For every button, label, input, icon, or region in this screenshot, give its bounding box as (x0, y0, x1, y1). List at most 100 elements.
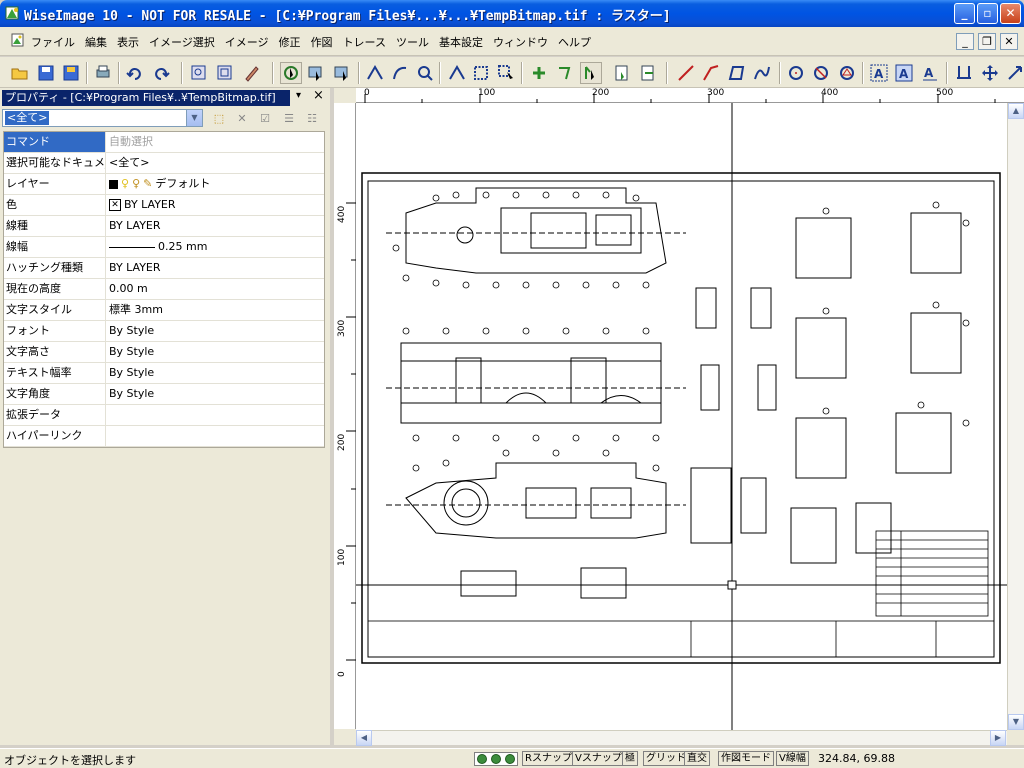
property-row-linetype[interactable]: 線種 BY LAYER (4, 216, 324, 237)
document-button[interactable] (611, 62, 633, 84)
quick-select-button[interactable]: ⬚ (210, 110, 228, 126)
menu-image[interactable]: イメージ (225, 34, 269, 50)
redo-button[interactable] (150, 62, 172, 84)
pan-button[interactable] (241, 62, 263, 84)
trace-arc-button[interactable] (389, 62, 411, 84)
raster-drawing-canvas[interactable] (356, 103, 1007, 730)
document-alt-button[interactable] (637, 62, 659, 84)
undo-button[interactable] (124, 62, 146, 84)
select-raster-button[interactable] (305, 62, 327, 84)
text-button[interactable]: A (868, 62, 890, 84)
zoom-window-button[interactable] (188, 62, 210, 84)
menu-window[interactable]: ウィンドウ (493, 34, 548, 50)
svg-text:A: A (924, 66, 934, 80)
list-alt-button[interactable]: ☷ (303, 110, 321, 126)
open-button[interactable] (9, 62, 31, 84)
grid-toggle[interactable]: グリッド (643, 751, 689, 766)
draw-circle-3p-button[interactable] (836, 62, 858, 84)
draw-polyline-icon (703, 65, 719, 81)
print-button[interactable] (92, 62, 114, 84)
menu-file[interactable]: ファイル (31, 34, 75, 50)
property-row-text-style[interactable]: 文字スタイル 標準 3mm (4, 300, 324, 321)
trace-line-button[interactable] (364, 62, 386, 84)
raster-snap-toggle[interactable]: Rスナップ (522, 751, 575, 766)
menu-modify[interactable]: 修正 (279, 34, 301, 50)
menu-draw[interactable]: 作図 (311, 34, 333, 50)
property-row-hyperlink[interactable]: ハイパーリンク (4, 426, 324, 447)
draw-circle-2p-button[interactable] (810, 62, 832, 84)
draw-spline-button[interactable] (751, 62, 773, 84)
draw-rect-button[interactable] (726, 62, 748, 84)
close-button[interactable]: ✕ (1000, 3, 1021, 24)
property-row-command[interactable]: コマンド 自動選択 (4, 132, 324, 153)
region-button[interactable] (470, 62, 492, 84)
select-vector-button[interactable] (331, 62, 353, 84)
edit-node-button[interactable] (580, 62, 602, 84)
remove-button[interactable]: ✕ (233, 110, 251, 126)
menu-edit[interactable]: 編集 (85, 34, 107, 50)
ortho-toggle[interactable]: 直交 (684, 751, 710, 766)
draw-circle-button[interactable] (785, 62, 807, 84)
dimension-button[interactable] (953, 62, 975, 84)
select-raster-icon (308, 66, 322, 81)
vector-lineweight-toggle[interactable]: V線幅 (776, 751, 809, 766)
property-row-font[interactable]: フォント By Style (4, 321, 324, 342)
vector-snap-toggle[interactable]: Vスナップ (572, 751, 625, 766)
document-icon[interactable] (10, 32, 26, 48)
doc-restore-button[interactable]: ❐ (978, 33, 996, 50)
auto-select-button[interactable] (280, 62, 302, 84)
ruler-tick-label: 300 (707, 88, 725, 98)
scroll-right-icon[interactable]: ▶ (990, 730, 1006, 746)
region-select-button[interactable] (495, 62, 517, 84)
menu-view[interactable]: 表示 (117, 34, 139, 50)
trace-circle-button[interactable] (414, 62, 436, 84)
check-button[interactable]: ☑ (256, 110, 274, 126)
menu-image-select[interactable]: イメージ選択 (149, 34, 215, 50)
property-row-lineweight[interactable]: 線幅 0.25 mm (4, 237, 324, 258)
text-edit-button[interactable]: A (919, 62, 941, 84)
text-style-button[interactable]: A (893, 62, 915, 84)
draw-line-button[interactable] (675, 62, 697, 84)
save-all-button[interactable] (60, 62, 82, 84)
list-button[interactable]: ☰ (280, 110, 298, 126)
property-row-documents[interactable]: 選択可能なドキュメ_ <全て> (4, 153, 324, 174)
horizontal-scrollbar[interactable]: ◀ ▶ (356, 730, 1007, 746)
property-row-layer[interactable]: レイヤー ♀ ♀ ✎ デフォルト (4, 174, 324, 195)
maximize-button[interactable]: ▫ (977, 3, 998, 24)
scroll-up-icon[interactable]: ▲ (1008, 103, 1024, 119)
property-row-text-angle[interactable]: 文字角度 By Style (4, 384, 324, 405)
document-selector[interactable]: <全て> ▼ (2, 109, 203, 127)
doc-close-button[interactable]: ✕ (1000, 33, 1018, 50)
trace-arc-icon (393, 66, 407, 80)
minimize-button[interactable]: _ (954, 3, 975, 24)
polar-toggle[interactable]: 極 (622, 751, 638, 766)
add-button[interactable] (528, 62, 550, 84)
transform-button[interactable] (1004, 62, 1024, 84)
menu-help[interactable]: ヘルプ (558, 34, 591, 50)
menu-trace[interactable]: トレース (343, 34, 386, 50)
move-button[interactable] (979, 62, 1001, 84)
arrow-tool-button[interactable] (554, 62, 576, 84)
vertical-scrollbar[interactable]: ▲ ▼ (1007, 103, 1024, 730)
property-row-color[interactable]: 色 ✕ BY LAYER (4, 195, 324, 216)
property-row-width-factor[interactable]: テキスト幅率 By Style (4, 363, 324, 384)
property-row-hatch[interactable]: ハッチング種類 BY LAYER (4, 258, 324, 279)
property-row-xdata[interactable]: 拡張データ (4, 405, 324, 426)
menu-bar: ファイル 編集 表示 イメージ選択 イメージ 修正 作図 トレース ツール 基本… (0, 27, 1024, 56)
draw-polyline-button[interactable] (700, 62, 722, 84)
scroll-left-icon[interactable]: ◀ (356, 730, 372, 746)
property-value: By Style (109, 324, 155, 337)
panel-close-icon[interactable]: × (313, 88, 324, 103)
menu-settings[interactable]: 基本設定 (439, 34, 483, 50)
property-row-text-height[interactable]: 文字高さ By Style (4, 342, 324, 363)
scroll-down-icon[interactable]: ▼ (1008, 714, 1024, 730)
doc-minimize-button[interactable]: _ (956, 33, 974, 50)
save-button[interactable] (35, 62, 57, 84)
menu-tools[interactable]: ツール (396, 34, 429, 50)
pin-icon[interactable]: ▾ (296, 90, 301, 101)
drawing-mode-toggle[interactable]: 作図モード (718, 751, 774, 766)
property-row-elevation[interactable]: 現在の高度 0.00 m (4, 279, 324, 300)
line-tool-button[interactable] (446, 62, 468, 84)
zoom-fit-button[interactable] (214, 62, 236, 84)
chevron-down-icon[interactable]: ▼ (186, 110, 202, 126)
